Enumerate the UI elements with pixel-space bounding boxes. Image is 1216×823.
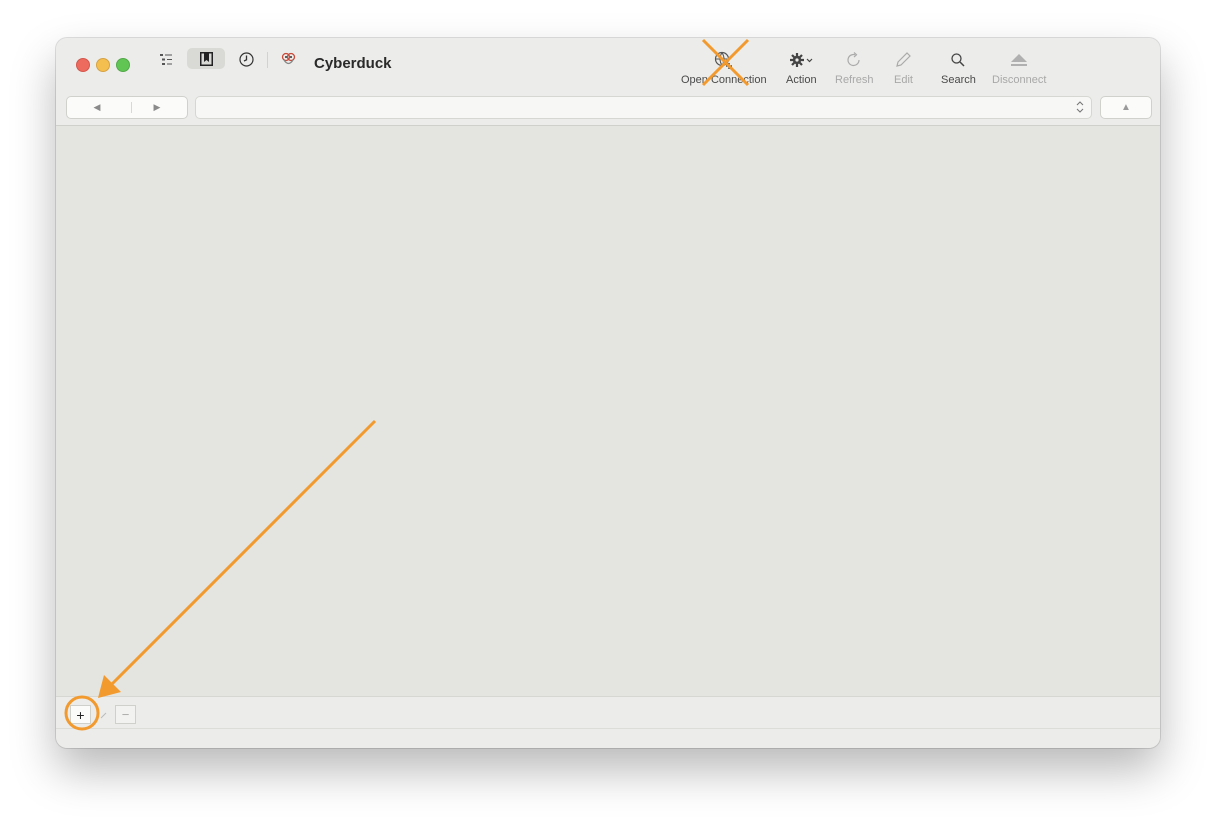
bottom-bar: + − bbox=[56, 696, 1160, 729]
search-label: Search bbox=[941, 74, 976, 86]
globe-plus-icon bbox=[714, 51, 732, 69]
action-button[interactable]: Action bbox=[786, 48, 817, 86]
bookmark-list[interactable] bbox=[56, 126, 1160, 696]
path-popup[interactable] bbox=[195, 96, 1092, 119]
app-logo bbox=[276, 48, 300, 70]
gear-chevron-icon bbox=[790, 53, 813, 67]
outline-view-toggle[interactable] bbox=[154, 48, 178, 70]
zoom-button[interactable] bbox=[116, 58, 130, 72]
action-label: Action bbox=[786, 74, 817, 86]
clock-icon bbox=[238, 51, 254, 67]
history-toggle[interactable] bbox=[234, 48, 258, 70]
add-bookmark-button[interactable]: + bbox=[70, 705, 91, 724]
minimize-button[interactable] bbox=[96, 58, 110, 72]
history-navigation: ◀ ▶ bbox=[66, 96, 188, 119]
cyberduck-window: Cyberduck Open Connection Action Refresh… bbox=[56, 38, 1160, 748]
delete-bookmark-button[interactable]: − bbox=[115, 705, 136, 724]
cyberduck-logo-icon bbox=[281, 52, 295, 64]
updown-chevron-icon bbox=[1076, 101, 1084, 113]
edit-button[interactable]: Edit bbox=[894, 48, 913, 86]
search-icon bbox=[951, 53, 965, 67]
minus-icon: − bbox=[121, 707, 130, 722]
outline-list-icon bbox=[160, 53, 172, 65]
window-title: Cyberduck bbox=[314, 55, 392, 72]
pencil-icon bbox=[100, 712, 107, 718]
disconnect-button[interactable]: Disconnect bbox=[992, 48, 1046, 86]
bookmarks-toggle[interactable] bbox=[187, 48, 225, 69]
forward-button[interactable]: ▶ bbox=[127, 97, 187, 118]
toolbar-separator bbox=[267, 52, 268, 68]
disconnect-label: Disconnect bbox=[992, 74, 1047, 86]
pencil-icon bbox=[896, 52, 912, 67]
open-connection-label: Open Connection bbox=[681, 74, 767, 86]
back-button[interactable]: ◀ bbox=[67, 97, 127, 118]
refresh-button[interactable]: Refresh bbox=[835, 48, 874, 86]
edit-label: Edit bbox=[894, 74, 913, 86]
open-connection-button[interactable]: Open Connection bbox=[681, 48, 767, 86]
close-button[interactable] bbox=[76, 58, 90, 72]
eject-icon bbox=[1011, 54, 1028, 66]
edit-bookmark-button[interactable] bbox=[94, 705, 114, 724]
refresh-icon bbox=[847, 52, 860, 67]
bookmark-icon bbox=[199, 51, 213, 66]
title-bar: Cyberduck Open Connection Action Refresh… bbox=[56, 38, 1160, 126]
parent-directory-button[interactable]: ▲ bbox=[1100, 96, 1152, 119]
search-button[interactable]: Search bbox=[941, 48, 976, 86]
refresh-label: Refresh bbox=[835, 74, 874, 86]
plus-icon: + bbox=[76, 706, 85, 723]
status-bar bbox=[56, 728, 1160, 748]
